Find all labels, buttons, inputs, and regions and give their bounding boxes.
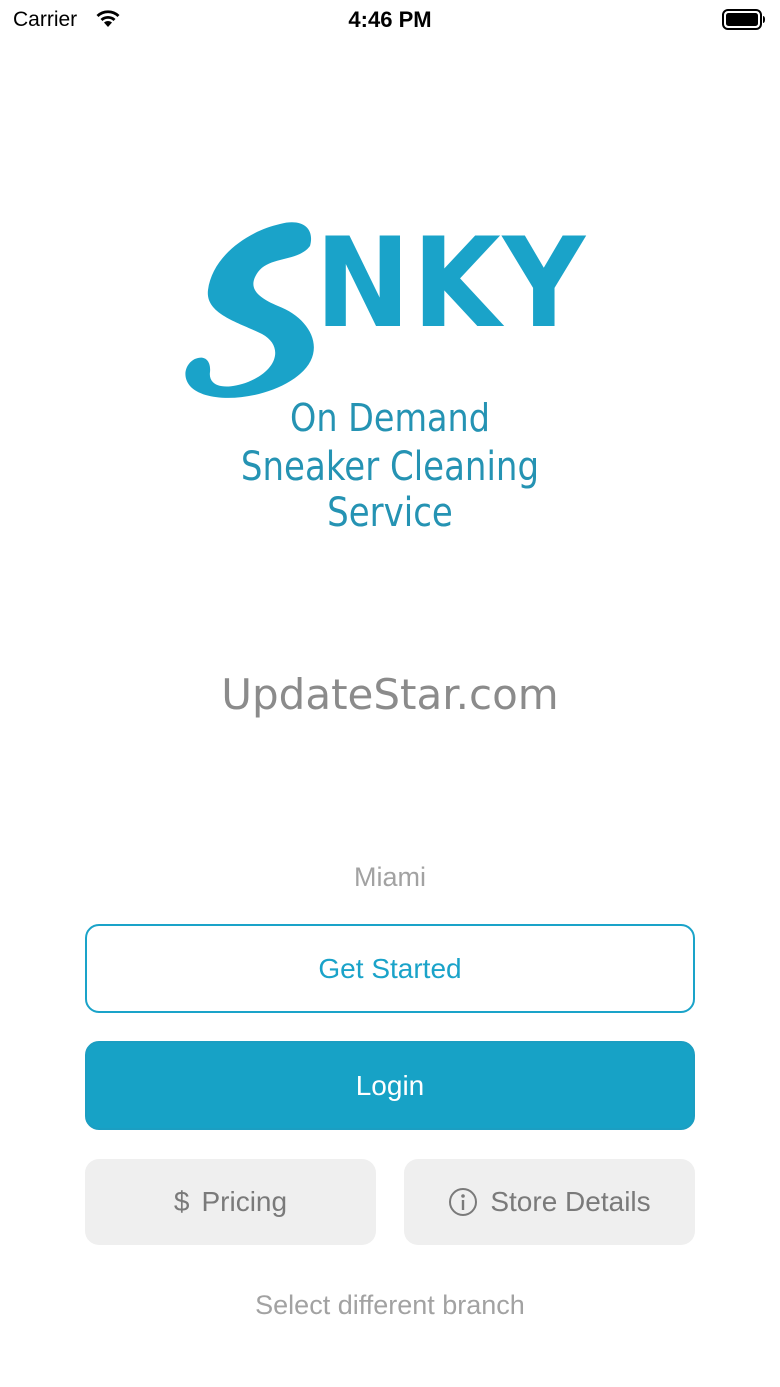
brand-logo: NKY On Demand Sneaker Cleaning Service [150, 210, 630, 536]
watermark-text: UpdateStar.com [221, 670, 559, 719]
logo-tagline-line1: On Demand [290, 396, 490, 440]
status-bar: Carrier 4:46 PM [0, 0, 780, 42]
logo-tagline-line2: Sneaker Cleaning Service [240, 444, 540, 536]
dollar-icon: $ [173, 1186, 190, 1217]
logo-wordmark: NKY [315, 212, 588, 356]
login-button[interactable]: Login [85, 1041, 695, 1130]
status-time: 4:46 PM [348, 7, 432, 32]
get-started-button[interactable]: Get Started [85, 924, 695, 1013]
store-details-label: Store Details [490, 1186, 651, 1217]
pricing-button[interactable]: $ Pricing [85, 1159, 376, 1245]
login-label: Login [355, 1069, 425, 1101]
branch-name: Miami [354, 862, 426, 892]
logo-s-letter [185, 222, 314, 398]
pricing-label: Pricing [201, 1186, 288, 1217]
select-different-branch-link[interactable]: Select different branch [0, 1290, 780, 1321]
get-started-label: Get Started [318, 952, 462, 984]
info-circle-icon [448, 1187, 478, 1217]
battery-full-icon [722, 9, 765, 30]
store-details-button[interactable]: Store Details [404, 1159, 695, 1245]
